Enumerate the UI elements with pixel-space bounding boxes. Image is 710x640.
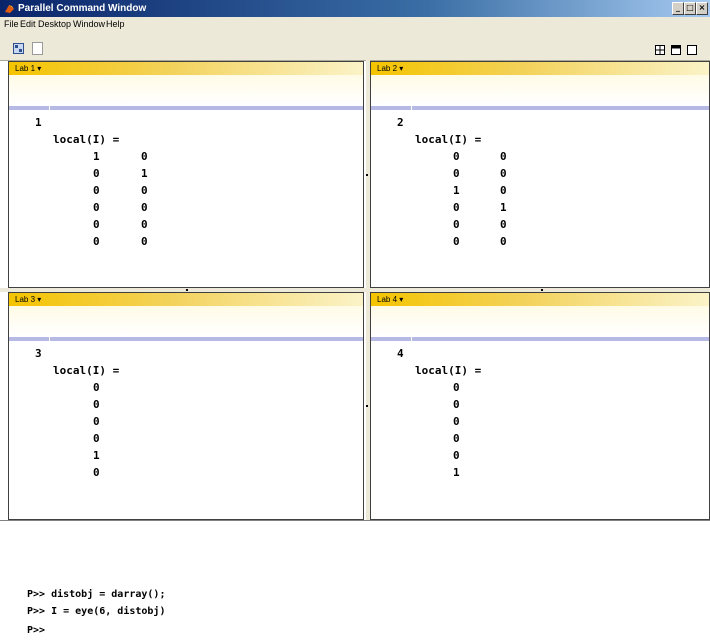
matrix-cell: 0	[93, 201, 100, 214]
window-title: Parallel Command Window	[18, 3, 147, 14]
matrix-cell: 1	[141, 167, 148, 180]
matrix-cell: 0	[141, 150, 148, 163]
splitter-grip-icon[interactable]	[366, 405, 368, 407]
matrix-cell: 0	[141, 218, 148, 231]
matrix-cell: 0	[93, 235, 100, 248]
matrix-cell: 0	[93, 432, 100, 445]
matrix-cell: 0	[93, 415, 100, 428]
matrix-cell: 0	[500, 218, 507, 231]
matrix-cell: 0	[141, 184, 148, 197]
matrix-cell: 0	[93, 381, 100, 394]
matrix-cell: 0	[93, 218, 100, 231]
separator-bar	[9, 106, 363, 110]
separator-bar	[9, 337, 363, 341]
parallel-command-window: Parallel Command Window _ □ × File Edit …	[0, 0, 710, 640]
lab-strip	[9, 75, 363, 105]
lab-panel-1: Lab 1 ▾ 1 local(I) = 1 0 0 1 0 0 0 0 0 0…	[8, 61, 364, 288]
matrix-cell: 0	[500, 150, 507, 163]
menu-bar: File Edit Desktop Window Help	[0, 17, 710, 32]
menu-help[interactable]: Help	[106, 19, 125, 29]
matrix-cell: 0	[453, 432, 460, 445]
lab-panel-4: Lab 4 ▾ 4 local(I) = 0 0 0 0 0 1	[370, 292, 710, 520]
menu-edit[interactable]: Edit	[20, 19, 36, 29]
maximize-button[interactable]: □	[684, 2, 696, 15]
new-document-icon[interactable]	[32, 42, 43, 55]
matrix-cell: 0	[453, 150, 460, 163]
matrix-cell: 0	[453, 167, 460, 180]
matrix-cell: 0	[453, 449, 460, 462]
matrix-cell: 0	[93, 466, 100, 479]
matrix-cell: 0	[453, 201, 460, 214]
title-bar[interactable]: Parallel Command Window _ □ ×	[0, 0, 710, 17]
matrix-cell: 1	[93, 150, 100, 163]
lab-panel-3: Lab 3 ▾ 3 local(I) = 0 0 0 0 1 0	[8, 292, 364, 520]
command-prompt[interactable]: P>>	[27, 625, 45, 636]
matrix-cell: 0	[453, 398, 460, 411]
matrix-cell: 0	[93, 184, 100, 197]
lab-header[interactable]: Lab 2 ▾	[371, 62, 709, 75]
splitter-grip-icon[interactable]	[366, 174, 368, 176]
matrix-cell: 1	[453, 466, 460, 479]
lab-strip	[371, 306, 709, 336]
command-line: P>> distobj = darray();	[27, 589, 166, 600]
toolbar	[0, 32, 710, 61]
lab-title[interactable]: Lab 4 ▾	[377, 293, 403, 306]
splitter-grip-icon[interactable]	[186, 289, 188, 291]
tile-icon[interactable]	[671, 45, 681, 55]
matlab-icon	[5, 5, 14, 13]
matrix-cell: 0	[500, 167, 507, 180]
matrix-cell: 0	[453, 381, 460, 394]
lab-index: 2	[397, 116, 404, 129]
lab-index: 1	[35, 116, 42, 129]
menu-desktop[interactable]: Desktop	[38, 19, 71, 29]
single-window-icon[interactable]	[687, 45, 697, 55]
grid-layout-icon[interactable]	[655, 45, 665, 55]
command-line: P>> I = eye(6, distobj)	[27, 606, 166, 617]
lab-index: 3	[35, 347, 42, 360]
lab-header[interactable]: Lab 3 ▾	[9, 293, 363, 306]
matrix-cell: 0	[141, 201, 148, 214]
lab-title[interactable]: Lab 2 ▾	[377, 62, 403, 75]
command-pane[interactable]: P>> distobj = darray(); P>> I = eye(6, d…	[0, 520, 710, 640]
matrix-cell: 0	[500, 184, 507, 197]
matrix-cell: 0	[453, 218, 460, 231]
lab-header[interactable]: Lab 4 ▾	[371, 293, 709, 306]
lab-title[interactable]: Lab 1 ▾	[15, 62, 41, 75]
matrix-cell: 1	[93, 449, 100, 462]
variable-label: local(I) =	[415, 364, 482, 377]
matrix-cell: 1	[500, 201, 507, 214]
menu-file[interactable]: File	[4, 19, 19, 29]
minimize-button[interactable]: _	[672, 2, 684, 15]
matrix-cell: 0	[93, 167, 100, 180]
variable-label: local(I) =	[53, 133, 120, 146]
matrix-cell: 0	[93, 398, 100, 411]
variable-label: local(I) =	[415, 133, 482, 146]
matrix-cell: 0	[453, 415, 460, 428]
separator-bar	[371, 106, 709, 110]
lab-strip	[371, 75, 709, 105]
splitter-grip-icon[interactable]	[541, 289, 543, 291]
matrix-cell: 1	[453, 184, 460, 197]
lab-header[interactable]: Lab 1 ▾	[9, 62, 363, 75]
variable-label: local(I) =	[53, 364, 120, 377]
separator-bar	[371, 337, 709, 341]
lab-title[interactable]: Lab 3 ▾	[15, 293, 41, 306]
horizontal-splitter[interactable]	[0, 288, 710, 292]
matrix-cell: 0	[453, 235, 460, 248]
close-button[interactable]: ×	[696, 2, 708, 15]
lab-strip	[9, 306, 363, 336]
matrix-cell: 0	[500, 235, 507, 248]
lab-panel-2: Lab 2 ▾ 2 local(I) = 0 0 0 0 1 0 0 1 0 0…	[370, 61, 710, 288]
menu-window[interactable]: Window	[73, 19, 105, 29]
matrix-cell: 0	[141, 235, 148, 248]
lab-index: 4	[397, 347, 404, 360]
parallel-window-icon[interactable]	[13, 43, 24, 54]
